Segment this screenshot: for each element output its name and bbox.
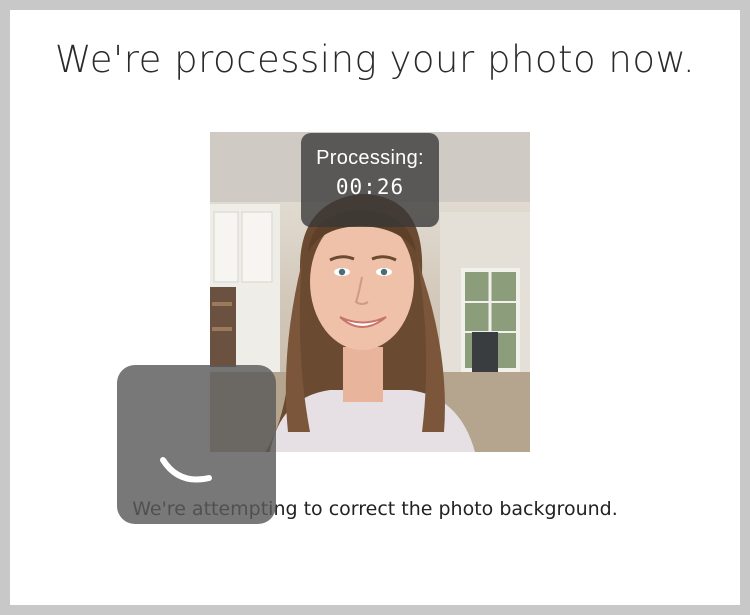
loading-spinner xyxy=(117,365,276,524)
page-container: We're processing your photo now. Process… xyxy=(10,10,740,605)
processing-label: Processing: xyxy=(316,147,424,169)
page-title: We're processing your photo now. xyxy=(54,38,696,81)
processing-timer-overlay: Processing: 00:26 xyxy=(301,133,439,227)
processing-timer: 00:26 xyxy=(335,175,405,199)
loading-spinner-icon xyxy=(160,457,212,483)
